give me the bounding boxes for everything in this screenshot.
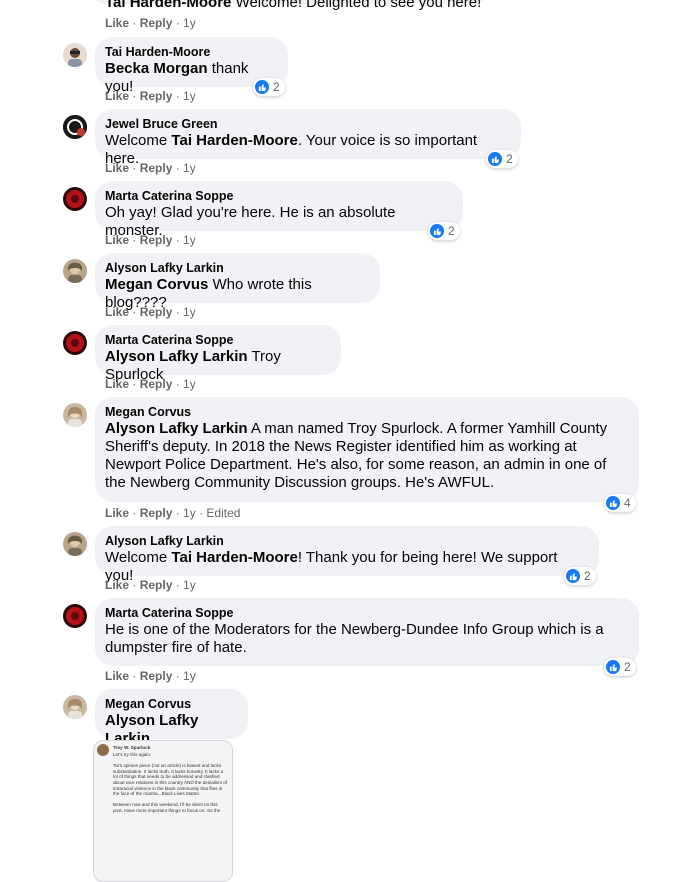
comment-actions: Like · Reply · 1y	[105, 233, 196, 247]
comment-actions: Like · Reply · 1y	[105, 161, 196, 175]
comment-bubble: Alyson Lafky Larkin Welcome Tai Harden-M…	[95, 526, 599, 584]
like-link[interactable]: Like	[105, 377, 129, 391]
reaction-count[interactable]: 2	[428, 222, 460, 240]
edited-label[interactable]: Edited	[206, 506, 240, 520]
comment-author[interactable]: Tai Harden-Moore	[105, 0, 231, 11]
reaction-count[interactable]: 4	[604, 494, 636, 512]
mention-link[interactable]: Tai Harden-Moore	[171, 132, 297, 149]
timestamp[interactable]: 1y	[183, 669, 196, 683]
mention-link[interactable]: Megan Corvus	[105, 276, 208, 293]
attachment-author: Troy W. Spurlock	[113, 745, 151, 750]
comment-actions: Like · Reply · 1y	[105, 377, 196, 391]
like-reaction-icon	[488, 152, 502, 166]
comment-bubble: Jewel Bruce Green Welcome Tai Harden-Moo…	[95, 109, 521, 167]
reply-link[interactable]: Reply	[140, 506, 173, 520]
like-reaction-icon	[430, 224, 444, 238]
comment-author[interactable]: Alyson Lafky Larkin	[105, 260, 370, 276]
avatar[interactable]	[63, 115, 87, 139]
reply-link[interactable]: Reply	[140, 233, 173, 247]
reply-link[interactable]: Reply	[140, 578, 173, 592]
timestamp[interactable]: 1y	[183, 89, 196, 103]
comment-bubble: Marta Caterina Soppe Oh yay! Glad you're…	[95, 181, 463, 239]
comment-author[interactable]: Megan Corvus	[105, 696, 238, 712]
comment-bubble: Megan Corvus Alyson Lafky Larkin A man n…	[95, 397, 639, 502]
comment-actions: Like · Reply · 1y	[105, 16, 196, 30]
comment-author[interactable]: Tai Harden-Moore	[105, 44, 278, 60]
avatar[interactable]	[63, 259, 87, 283]
comment-actions: Like · Reply · 1y	[105, 578, 196, 592]
timestamp[interactable]: 1y	[183, 578, 196, 592]
comment-author[interactable]: Marta Caterina Soppe	[105, 605, 629, 621]
attached-image[interactable]: Troy W. Spurlock Let's try this again. T…	[93, 740, 233, 882]
timestamp[interactable]: 1y	[183, 377, 196, 391]
avatar[interactable]	[63, 43, 87, 67]
like-link[interactable]: Like	[105, 506, 129, 520]
comment-thread: Tai Harden-Moore Welcome! Delighted to s…	[0, 0, 674, 882]
mention-link[interactable]: Becka Morgan	[105, 60, 208, 77]
mention-link[interactable]: Alyson Lafky Larkin	[105, 348, 248, 365]
like-link[interactable]: Like	[105, 578, 129, 592]
timestamp[interactable]: 1y	[183, 305, 196, 319]
like-link[interactable]: Like	[105, 16, 129, 30]
timestamp[interactable]: 1y	[183, 506, 196, 520]
like-link[interactable]: Like	[105, 305, 129, 319]
reply-link[interactable]: Reply	[140, 305, 173, 319]
reaction-count[interactable]: 2	[486, 150, 518, 168]
comment-author[interactable]: Marta Caterina Soppe	[105, 188, 453, 204]
comment-author[interactable]: Alyson Lafky Larkin	[105, 533, 589, 549]
timestamp[interactable]: 1y	[183, 233, 196, 247]
like-reaction-icon	[255, 80, 269, 94]
comment-bubble: Alyson Lafky Larkin Megan Corvus Who wro…	[95, 253, 380, 311]
reply-link[interactable]: Reply	[140, 377, 173, 391]
like-link[interactable]: Like	[105, 669, 129, 683]
attachment-text: Let's try this again. Tai's opinion piec…	[113, 752, 228, 813]
comment-actions: Like · Reply · 1y	[105, 305, 196, 319]
comment-bubble: Marta Caterina Soppe He is one of the Mo…	[95, 598, 639, 666]
comment-author[interactable]: Marta Caterina Soppe	[105, 332, 331, 348]
reaction-count[interactable]: 2	[564, 567, 596, 585]
reply-link[interactable]: Reply	[140, 669, 173, 683]
avatar[interactable]	[63, 695, 87, 719]
attachment-avatar	[97, 744, 109, 756]
reply-link[interactable]: Reply	[140, 89, 173, 103]
like-link[interactable]: Like	[105, 161, 129, 175]
comment-bubble: Marta Caterina Soppe Alyson Lafky Larkin…	[95, 325, 341, 383]
mention-link[interactable]: Alyson Lafky Larkin	[105, 420, 248, 437]
comment-bubble: Megan Corvus Alyson Lafky Larkin	[95, 689, 248, 747]
reaction-count[interactable]: 2	[604, 658, 636, 676]
comment-author[interactable]: Megan Corvus	[105, 404, 629, 420]
comment-text: Welcome! Delighted to see you here!	[235, 0, 482, 11]
mention-link[interactable]: Tai Harden-Moore	[171, 549, 297, 566]
avatar[interactable]	[63, 403, 87, 427]
comment-author[interactable]: Jewel Bruce Green	[105, 116, 511, 132]
comment-actions: Like · Reply · 1y	[105, 669, 196, 683]
like-reaction-icon	[606, 496, 620, 510]
reaction-count[interactable]: 2	[253, 78, 285, 96]
timestamp[interactable]: 1y	[183, 16, 196, 30]
reply-link[interactable]: Reply	[140, 161, 173, 175]
comment-actions: Like · Reply · 1y · Edited	[105, 506, 241, 520]
avatar[interactable]	[63, 187, 87, 211]
avatar[interactable]	[63, 532, 87, 556]
comment-text: He is one of the Moderators for the Newb…	[105, 621, 604, 656]
avatar[interactable]	[63, 604, 87, 628]
reply-link[interactable]: Reply	[140, 16, 173, 30]
like-reaction-icon	[606, 660, 620, 674]
like-reaction-icon	[566, 569, 580, 583]
like-link[interactable]: Like	[105, 233, 129, 247]
timestamp[interactable]: 1y	[183, 161, 196, 175]
avatar[interactable]	[63, 331, 87, 355]
like-link[interactable]: Like	[105, 89, 129, 103]
comment-actions: Like · Reply · 1y	[105, 89, 196, 103]
